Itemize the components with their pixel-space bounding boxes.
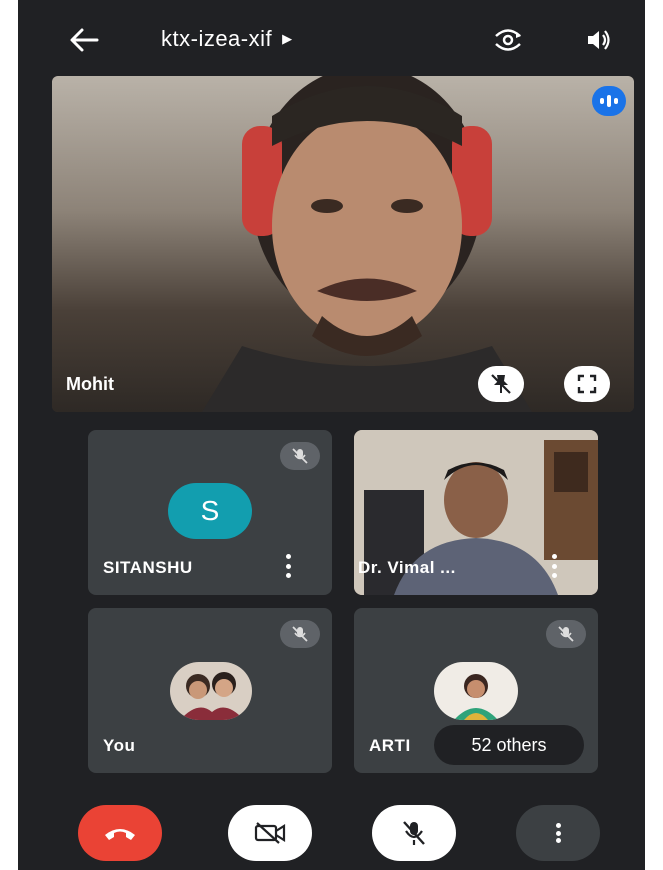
- participant-name: You: [103, 736, 136, 755]
- participant-name: SITANSHU: [103, 558, 193, 577]
- more-vertical-icon: [554, 823, 562, 843]
- participant-tile-you: You: [88, 608, 332, 773]
- more-vertical-icon[interactable]: [550, 554, 558, 578]
- more-vertical-icon[interactable]: [284, 554, 292, 578]
- main-participant-name: Mohit: [66, 374, 114, 394]
- switch-camera-icon[interactable]: [490, 22, 526, 58]
- caret-right-icon: ▶: [282, 31, 293, 46]
- mic-off-icon: [280, 620, 320, 648]
- main-participant-tile[interactable]: Mohit: [52, 76, 634, 412]
- participant-name: Dr. Vimal ...: [358, 558, 456, 577]
- meeting-code: ktx-izea-xif: [161, 26, 273, 51]
- top-bar: ktx-izea-xif ▶: [18, 0, 645, 76]
- participant-tile-arti[interactable]: ARTI 52 others: [354, 608, 598, 773]
- meet-call-screen: ktx-izea-xif ▶ Mohit S SITANSHU Dr. Vima…: [18, 0, 645, 870]
- unpin-icon[interactable]: [478, 366, 524, 402]
- avatar: S: [168, 483, 252, 539]
- participant-name: ARTI: [369, 736, 411, 755]
- mic-off-icon: [546, 620, 586, 648]
- others-count-button[interactable]: 52 others: [434, 725, 584, 765]
- participant-video-image: [202, 76, 532, 412]
- participant-tile-dr-vimal[interactable]: Dr. Vimal ...: [354, 430, 598, 595]
- mic-off-icon: [403, 821, 425, 845]
- avatar: [434, 662, 518, 720]
- meeting-title[interactable]: ktx-izea-xif ▶: [161, 26, 293, 52]
- participant-tile-sitanshu[interactable]: S SITANSHU: [88, 430, 332, 595]
- fullscreen-icon[interactable]: [564, 366, 610, 402]
- hangup-button[interactable]: [78, 805, 162, 861]
- mic-off-icon: [280, 442, 320, 470]
- speaker-icon[interactable]: [580, 22, 616, 58]
- more-options-button[interactable]: [516, 805, 600, 861]
- camera-toggle-button[interactable]: [228, 805, 312, 861]
- speaking-indicator-icon: [592, 86, 626, 116]
- phone-hangup-icon: [105, 829, 135, 840]
- mic-toggle-button[interactable]: [372, 805, 456, 861]
- arrow-left-icon[interactable]: [66, 22, 102, 58]
- avatar: [170, 662, 252, 720]
- camera-off-icon: [254, 822, 286, 844]
